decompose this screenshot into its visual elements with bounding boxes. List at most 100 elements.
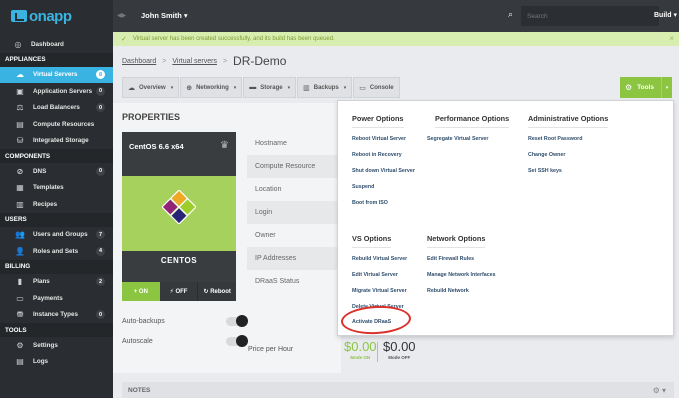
chevron-down-icon: ▾ — [287, 84, 291, 91]
user-menu[interactable]: John Smith ▾ — [141, 11, 188, 20]
sidebar-item-recipes[interactable]: ▥ Recipes — [0, 196, 113, 213]
count-badge: 0 — [96, 166, 105, 176]
os-card: CentOS 6.6 x64 ♛ CENTOS + ON ⚡ OFF ↻ Reb… — [122, 132, 237, 301]
property-compute-resource: Compute Resource — [247, 155, 341, 178]
backups-icon: ▥ — [303, 84, 310, 92]
sidebar-item-application-servers[interactable]: ▣ Application Servers 0 — [0, 83, 113, 100]
performance-options-heading: Performance Options — [435, 114, 510, 128]
os-label: CENTOS — [122, 251, 236, 269]
property-location: Location — [255, 186, 282, 193]
logs-icon: ▤ — [16, 357, 24, 367]
menu-item-set-ssh-keys[interactable]: Set SSH keys — [528, 168, 562, 174]
menu-item-edit-virtual-server[interactable]: Edit Virtual Server — [352, 272, 398, 278]
reboot-button[interactable]: ↻ Reboot — [198, 282, 237, 301]
count-badge: 7 — [96, 230, 105, 240]
vs-options-heading: VS Options — [352, 234, 392, 248]
section-tools: TOOLS — [0, 323, 113, 337]
close-icon[interactable]: × — [669, 34, 674, 43]
menu-item-change-owner[interactable]: Change Owner — [528, 152, 565, 158]
breadcrumb-virtual-servers[interactable]: Virtual servers — [172, 58, 217, 65]
menu-item-migrate-virtual-server[interactable]: Migrate Virtual Server — [352, 288, 407, 294]
auto-backups-row: Auto-backups — [122, 314, 248, 328]
logo-text: onapp — [29, 7, 72, 25]
breadcrumb-separator-icon: > — [162, 57, 167, 65]
properties-table: Hostname Compute Resource Location Login… — [247, 132, 341, 293]
sidebar-item-users-and-groups[interactable]: 👥 Users and Groups 7 — [0, 227, 113, 244]
price-mode-on: $0.00 Mode ON — [344, 339, 377, 360]
os-name: CentOS 6.6 x64 — [129, 142, 184, 151]
power-off-button[interactable]: ⚡ OFF — [159, 282, 199, 301]
recipes-icon: ▥ — [16, 199, 24, 209]
templates-icon: ▦ — [16, 183, 24, 193]
check-icon: ✓ — [121, 36, 127, 43]
sidebar-item-settings[interactable]: ⚙ Settings — [0, 337, 113, 354]
power-on-button[interactable]: + ON — [122, 282, 160, 301]
power-controls: + ON ⚡ OFF ↻ Reboot — [122, 282, 237, 301]
gear-icon: ⚙ — [625, 83, 633, 92]
breadcrumb-dashboard[interactable]: Dashboard — [122, 58, 156, 65]
menu-item-reset-root-password[interactable]: Reset Root Password — [528, 136, 582, 142]
menu-item-boot-from-iso[interactable]: Boot from ISO — [352, 200, 388, 206]
roles-icon: 👤 — [15, 246, 25, 256]
tab-networking[interactable]: ⊕ Networking ▾ — [180, 77, 243, 98]
autoscale-row: Autoscale — [122, 334, 248, 348]
count-badge: 4 — [96, 246, 105, 256]
sidebar-item-instance-types[interactable]: ⛃ Instance Types 0 — [0, 307, 113, 324]
menu-item-shut-down-virtual-server[interactable]: Shut down Virtual Server — [352, 168, 415, 174]
search-icon[interactable]: ⌕ — [508, 9, 513, 20]
section-appliances: APPLIANCES — [0, 52, 113, 67]
search-input[interactable] — [521, 6, 659, 26]
collapse-sidebar-icon[interactable]: ◀▶ — [117, 12, 126, 19]
top-bar: ◀▶ John Smith ▾ ⌕ Build ▾ — [113, 0, 679, 32]
sidebar-item-integrated-storage[interactable]: ⛁ Integrated Storage — [0, 133, 113, 150]
instance-icon: ⛃ — [16, 310, 24, 320]
menu-item-reboot-in-recovery[interactable]: Reboot in Recovery — [352, 152, 402, 158]
sidebar-item-virtual-servers[interactable]: ☁ Virtual Servers 8 — [0, 66, 113, 83]
onapp-logo[interactable]: onapp — [0, 0, 113, 32]
menu-item-reboot-virtual-server[interactable]: Reboot Virtual Server — [352, 136, 406, 142]
section-users: USERS — [0, 212, 113, 227]
plans-icon: ▮ — [17, 277, 23, 287]
autoscale-toggle[interactable] — [226, 334, 248, 347]
sidebar-item-load-balancers[interactable]: ⚖ Load Balancers 0 — [0, 100, 113, 117]
menu-item-edit-firewall-rules[interactable]: Edit Firewall Rules — [427, 256, 474, 262]
sidebar-item-roles-and-sets[interactable]: 👤 Roles and Sets 4 — [0, 243, 113, 260]
sidebar-item-dashboard[interactable]: ◎ Dashboard — [0, 36, 113, 53]
gear-icon[interactable]: ⚙ ▾ — [653, 386, 666, 395]
sidebar-item-plans[interactable]: ▮ Plans 2 — [0, 274, 113, 291]
price-mode-off: $0.00 Mode OFF — [383, 339, 416, 360]
tab-storage[interactable]: ▬ Storage ▾ — [243, 77, 297, 98]
network-options-heading: Network Options — [427, 234, 486, 248]
sidebar-item-templates[interactable]: ▦ Templates — [0, 180, 113, 197]
menu-item-manage-network-interfaces[interactable]: Manage Network Interfaces — [427, 272, 496, 278]
tab-console[interactable]: ▭ Console — [353, 77, 400, 98]
window-icon: ▣ — [16, 86, 24, 96]
count-badge: 0 — [96, 103, 105, 113]
menu-item-segregate-virtual-server[interactable]: Segregate Virtual Server — [427, 136, 488, 142]
count-badge: 0 — [96, 86, 105, 96]
sidebar-item-logs[interactable]: ▤ Logs — [0, 354, 113, 371]
chevron-down-icon[interactable]: ▾ — [661, 77, 672, 98]
auto-backups-toggle[interactable] — [226, 314, 248, 327]
menu-item-rebuild-network[interactable]: Rebuild Network — [427, 288, 469, 294]
tools-dropdown: Power Options Reboot Virtual Server Rebo… — [337, 100, 674, 336]
sidebar-item-dns[interactable]: ⊘ DNS 0 — [0, 163, 113, 180]
payments-icon: ▭ — [16, 293, 24, 303]
tools-button[interactable]: ⚙ Tools ▾ — [620, 77, 672, 98]
price-per-hour-label: Price per Hour — [248, 346, 294, 353]
users-icon: 👥 — [15, 230, 25, 240]
breadcrumb: Dashboard > Virtual servers > DR-Demo — [122, 53, 286, 69]
tab-backups[interactable]: ▥ Backups ▾ — [297, 77, 353, 98]
notes-panel: NOTES ⚙ ▾ — [122, 382, 674, 398]
dashboard-icon: ◎ — [14, 39, 22, 49]
build-menu[interactable]: Build ▾ — [654, 11, 677, 19]
tab-overview[interactable]: ☁ Overview ▾ — [122, 77, 180, 98]
chevron-down-icon: ▾ — [343, 84, 347, 91]
breadcrumb-separator-icon: > — [222, 57, 228, 65]
sidebar-item-payments[interactable]: ▭ Payments — [0, 290, 113, 307]
property-owner: Owner — [255, 232, 276, 239]
sidebar-item-compute-resources[interactable]: ▤ Compute Resources — [0, 116, 113, 133]
menu-item-rebuild-virtual-server[interactable]: Rebuild Virtual Server — [352, 256, 407, 262]
menu-item-suspend[interactable]: Suspend — [352, 184, 374, 190]
crown-icon[interactable]: ♛ — [220, 140, 229, 151]
